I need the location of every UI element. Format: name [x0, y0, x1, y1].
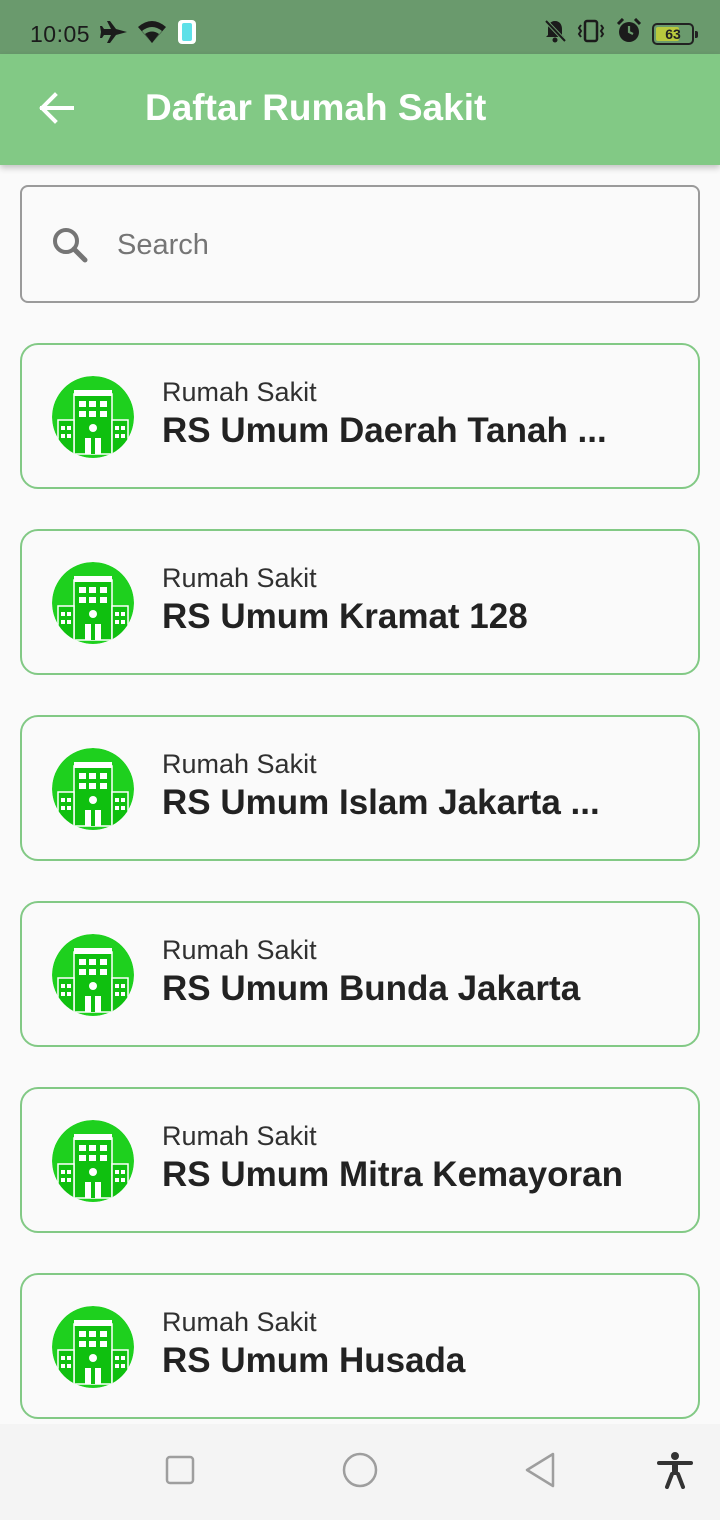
hospital-name: RS Umum Mitra Kemayoran: [162, 1155, 623, 1194]
hospital-category: Rumah Sakit: [162, 749, 317, 779]
battery-level: 63: [665, 25, 681, 42]
hospital-name: RS Umum Husada: [162, 1341, 466, 1380]
hospital-card[interactable]: Rumah Sakit RS Umum Mitra Kemayoran: [20, 1087, 700, 1233]
hospital-category: Rumah Sakit: [162, 563, 317, 593]
hospital-category: Rumah Sakit: [162, 935, 317, 965]
airplane-mode-icon: [100, 21, 128, 48]
accessibility-button[interactable]: [655, 1451, 695, 1494]
back-nav-button[interactable]: [520, 1452, 560, 1492]
hospital-card[interactable]: Rumah Sakit RS Umum Husada: [20, 1273, 700, 1419]
hospital-card[interactable]: Rumah Sakit RS Umum Islam Jakarta ...: [20, 715, 700, 861]
status-left: 10:05: [30, 19, 198, 50]
battery-icon: 63: [652, 22, 698, 45]
square-icon: [164, 1454, 196, 1491]
hospital-name: RS Umum Kramat 128: [162, 597, 528, 636]
hospital-building-icon: [52, 376, 134, 458]
hospital-building-icon: [52, 934, 134, 1016]
hospital-building-icon: [52, 1306, 134, 1388]
hospital-card[interactable]: Rumah Sakit RS Umum Kramat 128: [20, 529, 700, 675]
circle-icon: [341, 1451, 379, 1494]
wifi-icon: [138, 21, 167, 48]
hospital-list: Rumah Sakit RS Umum Daerah Tanah ... Rum…: [20, 343, 700, 1459]
hospital-name: RS Umum Daerah Tanah ...: [162, 411, 607, 450]
hospital-building-icon: [52, 1120, 134, 1202]
hospital-category: Rumah Sakit: [162, 1307, 317, 1337]
back-button[interactable]: [34, 90, 78, 130]
hospital-name: RS Umum Bunda Jakarta: [162, 969, 581, 1008]
hospital-category: Rumah Sakit: [162, 1121, 317, 1151]
status-right: 63: [544, 17, 698, 49]
vibrate-icon: [576, 19, 606, 48]
hospital-card[interactable]: Rumah Sakit RS Umum Bunda Jakarta: [20, 901, 700, 1047]
search-icon: [50, 225, 90, 270]
status-bar: 10:05 63: [0, 0, 720, 54]
hospital-card[interactable]: Rumah Sakit RS Umum Daerah Tanah ...: [20, 343, 700, 489]
page-title: Daftar Rumah Sakit: [145, 87, 487, 128]
triangle-back-icon: [523, 1451, 557, 1494]
status-time: 10:05: [30, 21, 91, 47]
recents-button[interactable]: [160, 1452, 200, 1492]
home-button[interactable]: [340, 1452, 380, 1492]
app-bar: Daftar Rumah Sakit: [0, 54, 720, 165]
alarm-icon: [616, 17, 642, 49]
search-input[interactable]: [117, 217, 677, 273]
system-nav-bar: [0, 1424, 720, 1520]
notification-off-icon: [544, 19, 567, 48]
hospital-building-icon: [52, 748, 134, 830]
hospital-category: Rumah Sakit: [162, 377, 317, 407]
accessibility-icon: [657, 1451, 693, 1494]
phone-icon: [176, 19, 198, 50]
arrow-left-icon: [38, 91, 74, 129]
hospital-name: RS Umum Islam Jakarta ...: [162, 783, 600, 822]
hospital-building-icon: [52, 562, 134, 644]
search-box[interactable]: [20, 185, 700, 303]
